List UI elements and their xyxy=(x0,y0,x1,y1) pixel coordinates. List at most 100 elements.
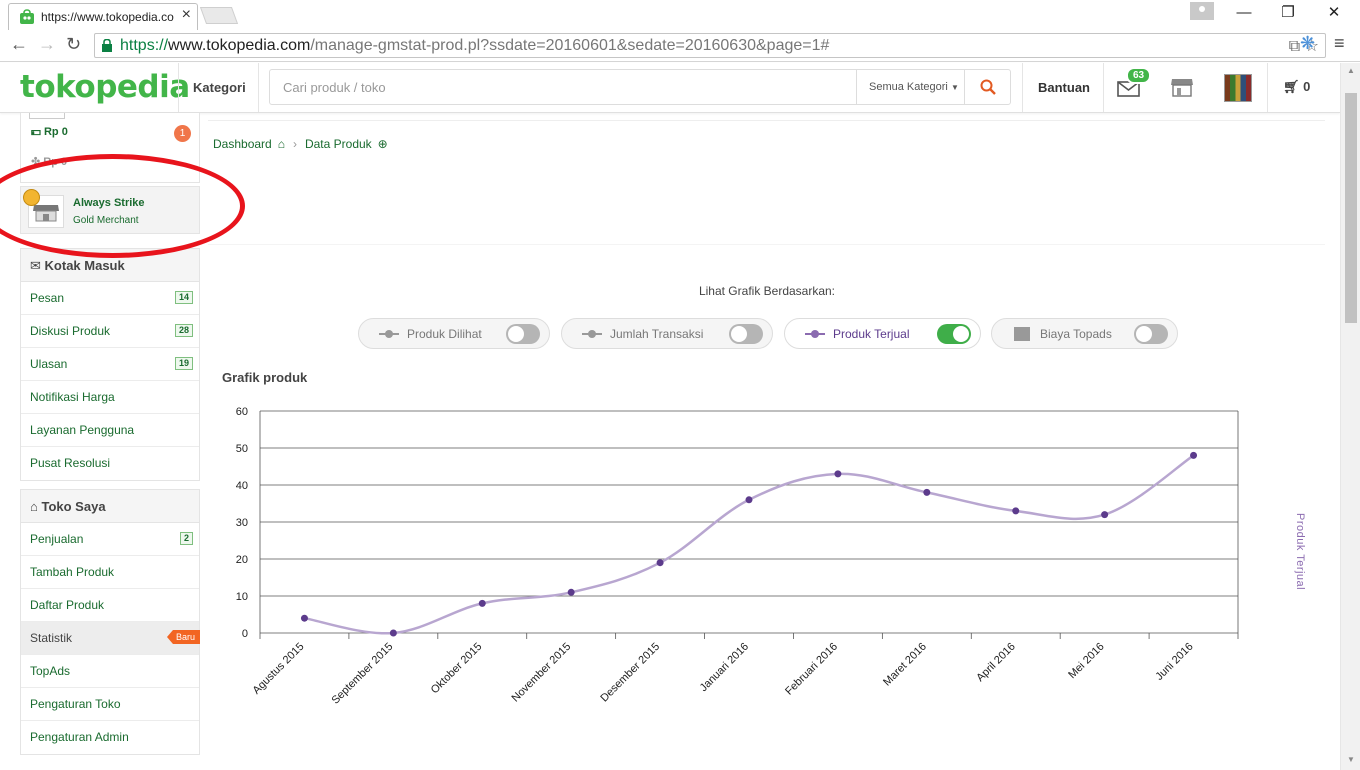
extension-snowflake-icon[interactable]: ❋ xyxy=(1300,33,1315,54)
tab-title: https://www.tokopedia.co xyxy=(41,10,174,24)
new-tab-button[interactable] xyxy=(199,7,239,24)
shop-store-icon[interactable] xyxy=(1170,76,1194,98)
sidebar-item-label: Pengaturan Admin xyxy=(30,730,129,744)
deposit-balance[interactable]: 💵︎ Rp 0 xyxy=(31,126,68,139)
browser-tab[interactable]: https://www.tokopedia.co × xyxy=(8,3,198,30)
search-button[interactable] xyxy=(964,70,1011,104)
kategori-menu[interactable]: Kategori xyxy=(193,80,246,95)
minimize-window-button[interactable]: — xyxy=(1222,2,1266,24)
cart-count: 0 xyxy=(1303,79,1311,94)
scroll-up-arrow-icon[interactable]: ▲ xyxy=(1347,66,1355,75)
reload-icon[interactable]: ↻ xyxy=(66,34,81,55)
y-tick-label: 20 xyxy=(236,554,248,566)
toggle-produk-terjual[interactable]: Produk Terjual xyxy=(784,318,981,349)
search-category-select[interactable]: Semua Kategori ▼ xyxy=(856,70,964,104)
data-point xyxy=(1190,451,1198,459)
toggle-label: Jumlah Transaksi xyxy=(610,327,704,341)
cart-button[interactable]: 🛒︎ 0 xyxy=(1283,79,1310,95)
forward-arrow-icon[interactable]: → xyxy=(38,34,56,55)
sidebar-item-statistik[interactable]: Statistik Baru xyxy=(21,622,200,655)
header-divider xyxy=(1267,63,1268,112)
url-scheme: https:// xyxy=(120,37,169,54)
x-tick-label: April 2016 xyxy=(974,641,1018,685)
sidebar-item-label: Statistik xyxy=(30,631,73,645)
restore-window-button[interactable]: ❐ xyxy=(1266,2,1310,24)
inbox-count-badge: 63 xyxy=(1126,67,1152,84)
x-tick-label: Maret 2016 xyxy=(881,641,929,689)
sidebar-item-penjualan[interactable]: Penjualan 2 xyxy=(21,523,199,556)
y-tick-label: 60 xyxy=(236,406,248,418)
sidebar-item-pengaturan-admin[interactable]: Pengaturan Admin xyxy=(21,721,199,754)
sidebar-item-label: Daftar Produk xyxy=(30,598,105,612)
sidebar-item-label: Pengaturan Toko xyxy=(30,697,121,711)
browser-tabstrip: https://www.tokopedia.co × — ❐ ✕ xyxy=(0,0,1360,30)
toggle-produk-dilihat[interactable]: Produk Dilihat xyxy=(358,318,550,349)
toggle-switch[interactable] xyxy=(937,324,971,344)
header-divider xyxy=(178,63,179,112)
x-tick-label: Mei 2016 xyxy=(1066,641,1106,681)
data-point xyxy=(923,488,931,496)
toggle-jumlah-transaksi[interactable]: Jumlah Transaksi xyxy=(561,318,773,349)
close-tab-icon[interactable]: × xyxy=(182,6,191,24)
sidebar-item-notifikasi-harga[interactable]: Notifikasi Harga xyxy=(21,381,199,414)
caret-down-icon: ▼ xyxy=(950,83,959,92)
chart-right-axis-label: Produk Terjual xyxy=(1294,513,1306,591)
tokopedia-logo[interactable]: tokopedia xyxy=(20,69,190,105)
sidebar-item-tambah-produk[interactable]: Tambah Produk xyxy=(21,556,199,589)
sidebar-item-pesan[interactable]: Pesan 14 xyxy=(21,282,199,315)
sidebar-item-label: Tambah Produk xyxy=(30,565,115,579)
divider xyxy=(208,244,1325,245)
user-profile-icon[interactable] xyxy=(1190,2,1214,20)
count-badge: 19 xyxy=(174,357,193,370)
topads-credit-value: Rp 0 xyxy=(43,156,68,168)
shop-card[interactable]: Always Strike Gold Merchant xyxy=(20,186,200,234)
scrollbar-thumb[interactable] xyxy=(1345,93,1357,323)
sidebar-item-diskusi-produk[interactable]: Diskusi Produk 28 xyxy=(21,315,199,348)
search-icon xyxy=(980,79,996,95)
main-content: Dashboard ⌂ › Data Produk ⊕ Lihat Grafik Ber… xyxy=(200,113,1340,770)
sidebar-item-daftar-produk[interactable]: Daftar Produk xyxy=(21,589,199,622)
y-tick-label: 30 xyxy=(236,517,248,529)
breadcrumb-dashboard[interactable]: Dashboard xyxy=(213,137,272,151)
breadcrumb-data-produk[interactable]: Data Produk xyxy=(305,137,372,151)
search-input[interactable] xyxy=(270,70,855,104)
scroll-down-arrow-icon[interactable]: ▼ xyxy=(1347,755,1355,764)
user-avatar[interactable] xyxy=(1224,74,1252,102)
arrow-circle-down-icon[interactable]: ⊕ xyxy=(378,137,388,151)
header-divider xyxy=(1103,63,1104,112)
translate-icon[interactable]: ⧉ xyxy=(1289,38,1300,55)
address-bar[interactable]: https://www.tokopedia.com/manage-gmstat-… xyxy=(94,33,1326,58)
toggle-switch[interactable] xyxy=(506,324,540,344)
sidebar-item-layanan-pengguna[interactable]: Layanan Pengguna xyxy=(21,414,199,447)
back-arrow-icon[interactable]: ← xyxy=(10,34,28,55)
sidebar-item-label: Diskusi Produk xyxy=(30,324,111,338)
topads-credit[interactable]: ✤ Rp 0 xyxy=(31,155,67,168)
divider xyxy=(208,120,1325,121)
sidebar-item-label: Ulasan xyxy=(30,357,68,371)
sidebar-item-pusat-resolusi[interactable]: Pusat Resolusi xyxy=(21,447,199,480)
home-icon[interactable]: ⌂ xyxy=(278,137,285,151)
page-scrollbar[interactable]: ▲ ▼ xyxy=(1340,63,1360,770)
toggle-switch[interactable] xyxy=(729,324,763,344)
line-series-icon xyxy=(582,330,602,338)
clover-icon: ✤ xyxy=(31,156,41,168)
x-tick-label: Januari 2016 xyxy=(698,641,751,694)
browser-toolbar: ← → ↻ https://www.tokopedia.com/manage-g… xyxy=(0,30,1360,62)
deposit-balance-value: Rp 0 xyxy=(43,126,68,138)
y-tick-label: 10 xyxy=(236,591,248,603)
toggle-biaya-topads[interactable]: Biaya Topads xyxy=(991,318,1178,349)
browser-menu-icon[interactable]: ≡ xyxy=(1334,33,1345,54)
y-tick-label: 40 xyxy=(236,480,248,492)
balance-notification-badge: 1 xyxy=(174,125,191,142)
close-window-button[interactable]: ✕ xyxy=(1312,2,1356,24)
shop-name[interactable]: Always Strike xyxy=(73,197,145,209)
sidebar-item-pengaturan-toko[interactable]: Pengaturan Toko xyxy=(21,688,199,721)
house-icon: ⌂ xyxy=(30,499,38,514)
sidebar-item-ulasan[interactable]: Ulasan 19 xyxy=(21,348,199,381)
gold-merchant-badge-icon xyxy=(23,189,40,206)
data-point xyxy=(656,559,664,567)
toggle-switch[interactable] xyxy=(1134,324,1168,344)
sidebar-item-topads[interactable]: TopAds xyxy=(21,655,199,688)
bantuan-link[interactable]: Bantuan xyxy=(1038,80,1090,95)
shop-panel: ⌂ Toko Saya Penjualan 2 Tambah Produk Daf… xyxy=(20,489,200,755)
